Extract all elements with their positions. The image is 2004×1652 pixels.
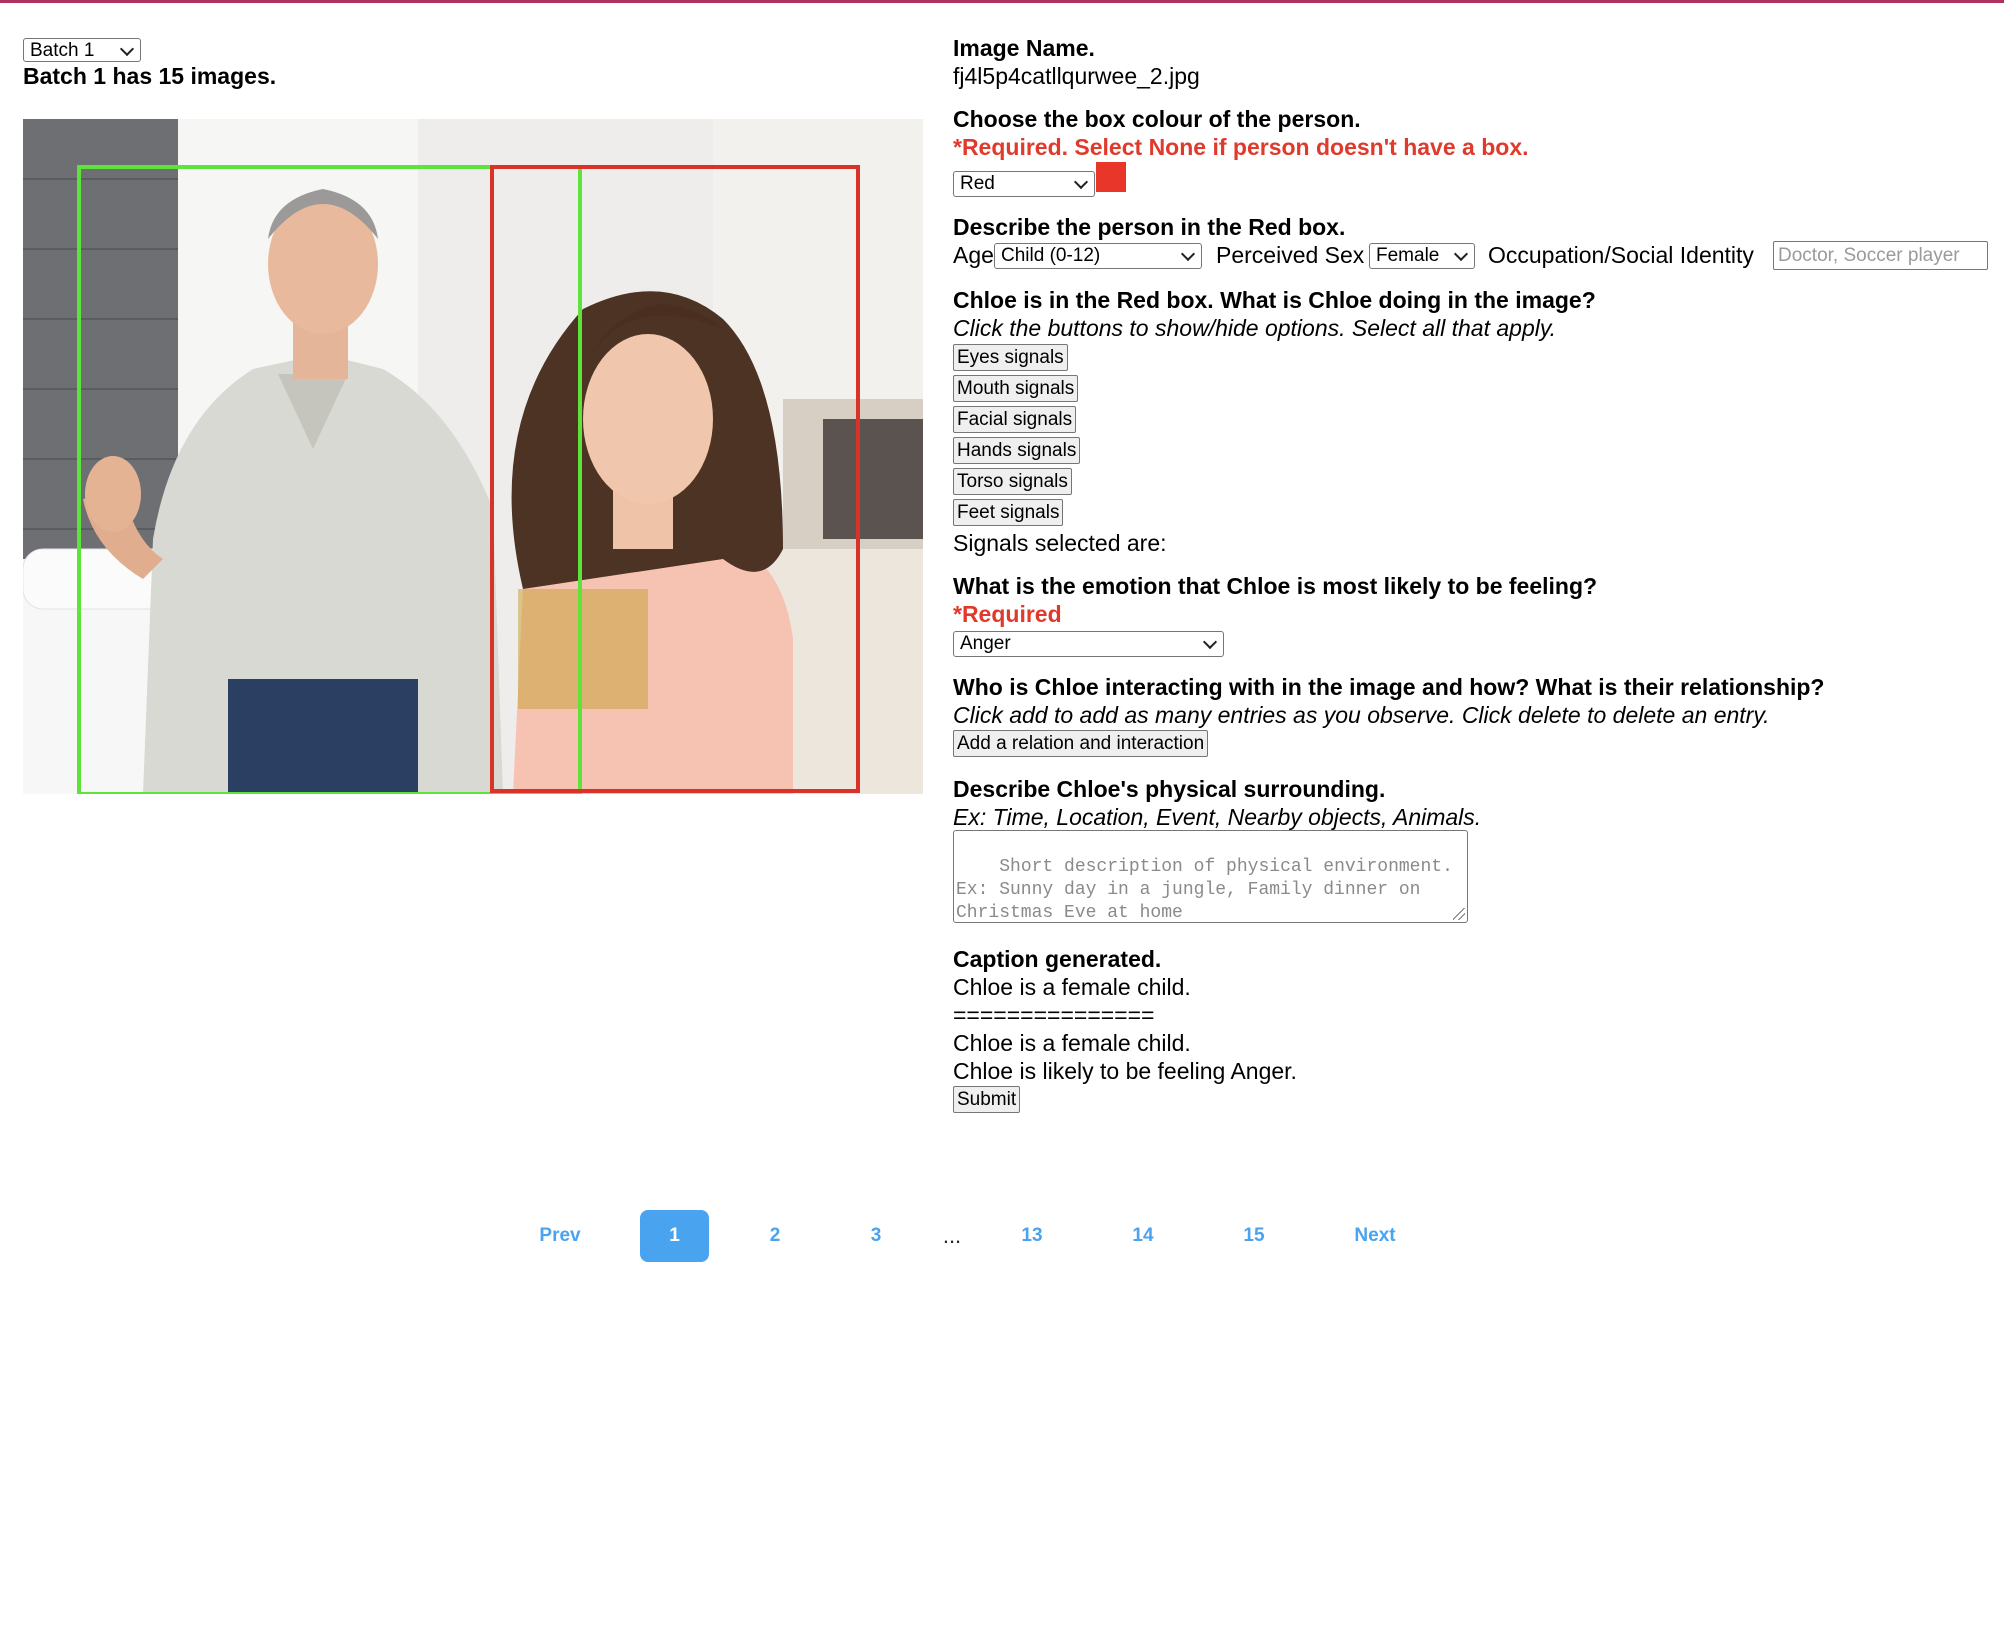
caption-separator: =============== (953, 1002, 1155, 1028)
chevron-down-icon (1180, 246, 1196, 262)
age-label: Age (953, 242, 994, 268)
page-link-2[interactable]: 2 (745, 1210, 805, 1262)
surrounding-textarea[interactable]: Short description of physical environmen… (953, 830, 1468, 923)
doing-hint: Click the buttons to show/hide options. … (953, 315, 1557, 341)
signals-selected-label: Signals selected are: (953, 530, 1167, 556)
box-colour-select-value: Red (960, 173, 995, 194)
facial-signals-button[interactable]: Facial signals (953, 406, 1077, 433)
resize-grip-icon[interactable] (1453, 908, 1465, 920)
box-colour-select[interactable]: Red (953, 171, 1095, 197)
surrounding-heading: Describe Chloe's physical surrounding. (953, 776, 1386, 802)
chevron-down-icon (1073, 174, 1089, 190)
page-link-3[interactable]: 3 (846, 1210, 906, 1262)
occupation-label: Occupation/Social Identity (1488, 242, 1754, 268)
surrounding-hint: Ex: Time, Location, Event, Nearby object… (953, 804, 1482, 830)
age-select-value: Child (0-12) (1001, 245, 1101, 266)
caption-line-3: Chloe is likely to be feeling Anger. (953, 1058, 1297, 1084)
page-link-14[interactable]: 14 (1113, 1210, 1173, 1262)
sex-select-value: Female (1376, 245, 1440, 266)
box-colour-required: *Required. Select None if person doesn't… (953, 134, 1529, 160)
emotion-heading: What is the emotion that Chloe is most l… (953, 573, 1598, 599)
mouth-signals-button[interactable]: Mouth signals (953, 375, 1079, 402)
surrounding-placeholder: Short description of physical environmen… (956, 857, 1464, 923)
emotion-select[interactable]: Anger (953, 631, 1224, 657)
emotion-required: *Required (953, 601, 1062, 627)
eyes-signals-button[interactable]: Eyes signals (953, 344, 1068, 371)
age-select[interactable]: Child (0-12) (994, 243, 1202, 269)
chevron-down-icon (119, 41, 135, 57)
photo-illustration (23, 119, 923, 794)
caption-heading: Caption generated. (953, 946, 1162, 972)
feet-signals-button[interactable]: Feet signals (953, 499, 1064, 526)
batch-select[interactable]: Batch 1 (23, 38, 141, 62)
emotion-select-value: Anger (960, 633, 1011, 654)
interaction-hint: Click add to add as many entries as you … (953, 702, 1770, 728)
caption-line-2: Chloe is a female child. (953, 1030, 1191, 1056)
page-link-13[interactable]: 13 (1002, 1210, 1062, 1262)
image-name-value: fj4l5p4catllqurwee_2.jpg (953, 63, 1200, 89)
describe-heading: Describe the person in the Red box. (953, 214, 1346, 240)
sex-label: Perceived Sex (1216, 242, 1365, 268)
chevron-down-icon (1202, 634, 1218, 650)
box-colour-heading: Choose the box colour of the person. (953, 106, 1361, 132)
caption-line-1: Chloe is a female child. (953, 974, 1191, 1000)
prev-page-link[interactable]: Prev (520, 1210, 600, 1262)
sex-select[interactable]: Female (1369, 243, 1475, 269)
chevron-down-icon (1453, 246, 1469, 262)
occupation-input[interactable]: Doctor, Soccer player (1773, 241, 1988, 270)
submit-button[interactable]: Submit (953, 1086, 1021, 1113)
batch-select-value: Batch 1 (30, 40, 95, 61)
hands-signals-button[interactable]: Hands signals (953, 437, 1081, 464)
add-relation-button[interactable]: Add a relation and interaction (953, 730, 1209, 757)
batch-info: Batch 1 has 15 images. (23, 63, 277, 89)
next-page-link[interactable]: Next (1335, 1210, 1415, 1262)
top-border (0, 0, 2004, 3)
torso-signals-button[interactable]: Torso signals (953, 468, 1072, 495)
doing-heading: Chloe is in the Red box. What is Chloe d… (953, 287, 1596, 313)
box-colour-swatch (1096, 162, 1126, 192)
page-link-1[interactable]: 1 (640, 1210, 709, 1262)
annotated-image (23, 119, 923, 794)
page-link-15[interactable]: 15 (1224, 1210, 1284, 1262)
page-ellipsis: ... (942, 1223, 962, 1248)
interaction-heading: Who is Chloe interacting with in the ima… (953, 674, 1825, 700)
image-name-heading: Image Name. (953, 35, 1095, 61)
